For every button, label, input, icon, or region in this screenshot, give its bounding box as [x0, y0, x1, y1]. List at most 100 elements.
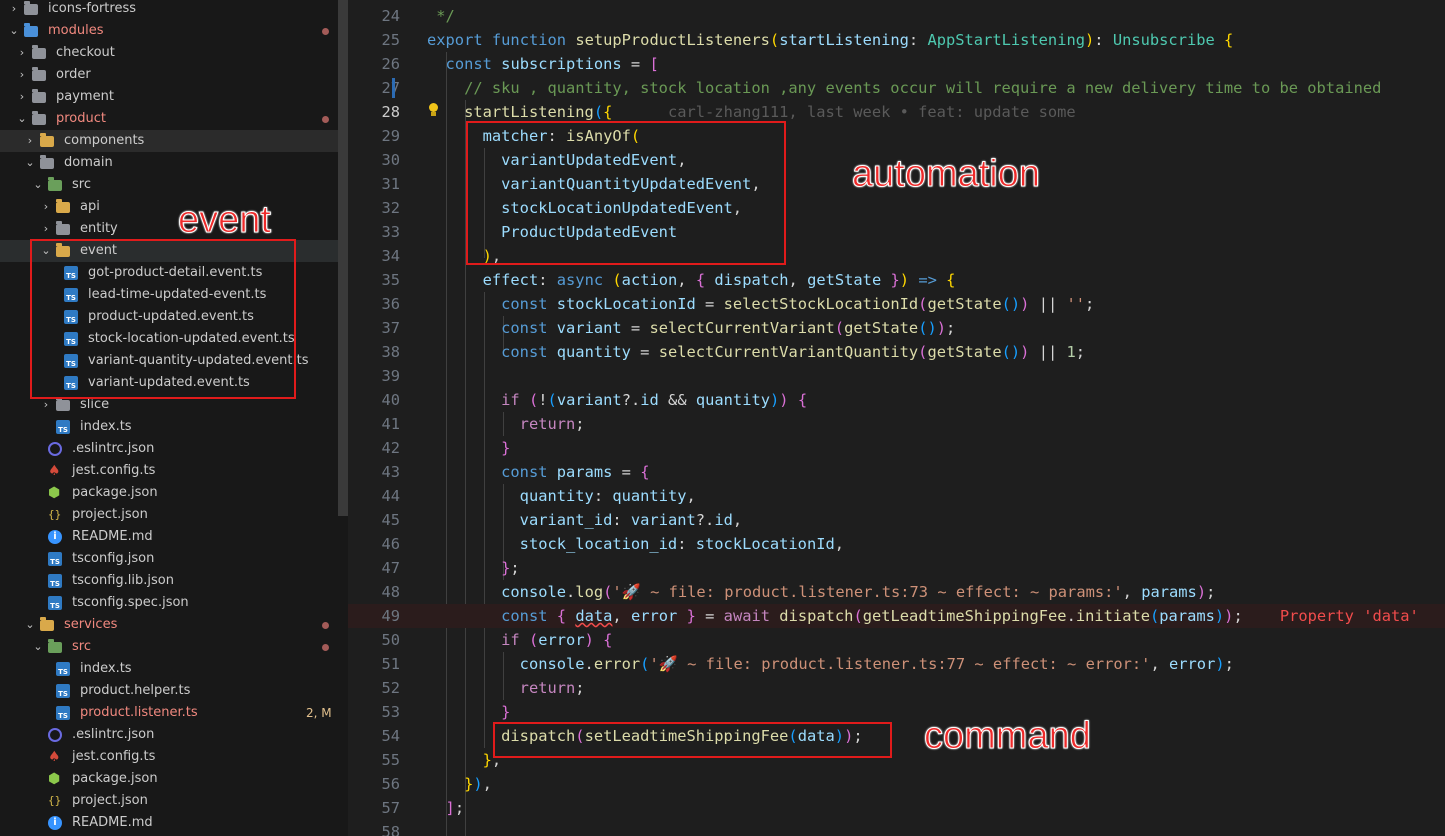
chevron-down-icon[interactable]: ⌄: [8, 20, 20, 42]
tree-item[interactable]: ♠ jest.config.ts: [0, 746, 338, 768]
line-number: 46: [381, 535, 400, 553]
tree-item[interactable]: TS index.ts: [0, 416, 338, 438]
readme-file-icon: i: [48, 530, 62, 544]
code-line[interactable]: 39: [348, 364, 1445, 388]
code-text: return;: [519, 679, 585, 697]
code-line[interactable]: 47 };: [348, 556, 1445, 580]
typescript-file-icon: TS: [64, 376, 78, 390]
chevron-down-icon[interactable]: ⌄: [24, 152, 36, 174]
line-number: 49: [381, 607, 400, 625]
tree-item[interactable]: ⌄ domain: [0, 152, 338, 174]
tree-item[interactable]: › payment: [0, 86, 338, 108]
code-line[interactable]: 26 const subscriptions = [: [348, 52, 1445, 76]
code-line[interactable]: 44 quantity: quantity,: [348, 484, 1445, 508]
code-line[interactable]: 36 const stockLocationId = selectStockLo…: [348, 292, 1445, 316]
tree-item[interactable]: ⬢ package.json: [0, 482, 338, 504]
tree-item[interactable]: › slice: [0, 394, 338, 416]
chevron-right-icon[interactable]: ›: [40, 196, 52, 218]
chevron-right-icon[interactable]: ›: [40, 394, 52, 416]
code-line[interactable]: 51 console.error('🚀 ~ file: product.list…: [348, 652, 1445, 676]
tree-item[interactable]: ♠ jest.config.ts: [0, 460, 338, 482]
code-line[interactable]: 25 export function setupProductListeners(…: [348, 28, 1445, 52]
chevron-down-icon[interactable]: ⌄: [32, 636, 44, 658]
code-line[interactable]: 27 // sku , quantity, stock location ,an…: [348, 76, 1445, 100]
code-line[interactable]: 32 stockLocationUpdatedEvent,: [348, 196, 1445, 220]
tree-item[interactable]: TS variant-quantity-updated.event.ts: [0, 350, 338, 372]
code-line[interactable]: 53 }: [348, 700, 1445, 724]
tree-item[interactable]: {} project.json: [0, 790, 338, 812]
tree-item[interactable]: i README.md: [0, 812, 338, 834]
chevron-down-icon[interactable]: ⌄: [16, 108, 28, 130]
code-line[interactable]: 46 stock_location_id: stockLocationId,: [348, 532, 1445, 556]
chevron-right-icon[interactable]: ›: [8, 0, 20, 20]
code-line[interactable]: 49 const { data, error } = await dispatc…: [348, 604, 1445, 628]
code-line[interactable]: 41 return;: [348, 412, 1445, 436]
tree-item[interactable]: TS tsconfig.lib.json: [0, 570, 338, 592]
code-line[interactable]: 29 matcher: isAnyOf(: [348, 124, 1445, 148]
chevron-right-icon[interactable]: ›: [16, 86, 28, 108]
tree-item[interactable]: ⌄ event: [0, 240, 338, 262]
code-line[interactable]: 34 ),: [348, 244, 1445, 268]
tree-item[interactable]: TS variant-updated.event.ts: [0, 372, 338, 394]
tree-item[interactable]: TS tsconfig.json: [0, 548, 338, 570]
folder-icon: [32, 67, 46, 81]
tree-item[interactable]: ⌄ modules: [0, 20, 338, 42]
tree-item[interactable]: TS tsconfig.spec.json: [0, 592, 338, 614]
code-line[interactable]: 57 ];: [348, 796, 1445, 820]
tree-item[interactable]: ⌄ src: [0, 174, 338, 196]
code-line[interactable]: 33 ProductUpdatedEvent: [348, 220, 1445, 244]
tree-item[interactable]: TS got-product-detail.event.ts: [0, 262, 338, 284]
tree-item[interactable]: › checkout: [0, 42, 338, 64]
tree-item[interactable]: › api: [0, 196, 338, 218]
package-file-icon: ⬢: [48, 771, 61, 787]
explorer-scrollbar[interactable]: [338, 0, 348, 516]
code-editor[interactable]: 24 */ 25 export function setupProductListe…: [348, 0, 1445, 836]
code-line[interactable]: 35 effect: async (action, { dispatch, ge…: [348, 268, 1445, 292]
chevron-down-icon[interactable]: ⌄: [40, 240, 52, 262]
code-line[interactable]: 55 },: [348, 748, 1445, 772]
tree-item[interactable]: › order: [0, 64, 338, 86]
code-line[interactable]: 54 dispatch(setLeadtimeShippingFee(data)…: [348, 724, 1445, 748]
chevron-down-icon[interactable]: ⌄: [24, 614, 36, 636]
line-number: 45: [381, 511, 400, 529]
tree-item[interactable]: TS stock-location-updated.event.ts: [0, 328, 338, 350]
code-line[interactable]: 56 }),: [348, 772, 1445, 796]
tree-item[interactable]: .eslintrc.json: [0, 438, 338, 460]
code-line[interactable]: 42 }: [348, 436, 1445, 460]
chevron-right-icon[interactable]: ›: [16, 42, 28, 64]
tree-item[interactable]: ⬢ package.json: [0, 768, 338, 790]
tree-item[interactable]: ⌄ services: [0, 614, 338, 636]
tree-item[interactable]: › entity: [0, 218, 338, 240]
code-line[interactable]: 24 */: [348, 4, 1445, 28]
chevron-down-icon[interactable]: ⌄: [32, 174, 44, 196]
tree-item[interactable]: › components: [0, 130, 338, 152]
code-text: // sku , quantity, stock location ,any e…: [464, 79, 1382, 97]
tree-item[interactable]: i README.md: [0, 526, 338, 548]
chevron-right-icon[interactable]: ›: [16, 64, 28, 86]
tree-item[interactable]: › icons-fortress: [0, 0, 338, 20]
tree-item[interactable]: .eslintrc.json: [0, 724, 338, 746]
tree-item[interactable]: TS index.ts: [0, 658, 338, 680]
automation-annotation: automation: [851, 153, 1041, 195]
tree-item[interactable]: {} project.json: [0, 504, 338, 526]
tree-item[interactable]: TS product.listener.ts 2, M: [0, 702, 338, 724]
code-line[interactable]: 45 variant_id: variant?.id,: [348, 508, 1445, 532]
tree-item-label: product.helper.ts: [80, 683, 191, 698]
code-line[interactable]: 37 const variant = selectCurrentVariant(…: [348, 316, 1445, 340]
tree-item-label: variant-updated.event.ts: [88, 375, 250, 390]
code-line[interactable]: 48 console.log('🚀 ~ file: product.listen…: [348, 580, 1445, 604]
tree-item[interactable]: ⌄ product: [0, 108, 338, 130]
tree-item[interactable]: ⌄ src: [0, 636, 338, 658]
code-line[interactable]: 50 if (error) {: [348, 628, 1445, 652]
chevron-right-icon[interactable]: ›: [40, 218, 52, 240]
code-line[interactable]: 40 if (!(variant?.id && quantity)) {: [348, 388, 1445, 412]
tree-item[interactable]: TS lead-time-updated-event.ts: [0, 284, 338, 306]
code-line[interactable]: 52 return;: [348, 676, 1445, 700]
code-line[interactable]: 58: [348, 820, 1445, 836]
code-line[interactable]: 38 const quantity = selectCurrentVariant…: [348, 340, 1445, 364]
tree-item[interactable]: TS product-updated.event.ts: [0, 306, 338, 328]
code-line[interactable]: 43 const params = {: [348, 460, 1445, 484]
tree-item[interactable]: TS product.helper.ts: [0, 680, 338, 702]
code-line[interactable]: 28 startListening({ carl-zhang111, last …: [348, 100, 1445, 124]
chevron-right-icon[interactable]: ›: [24, 130, 36, 152]
